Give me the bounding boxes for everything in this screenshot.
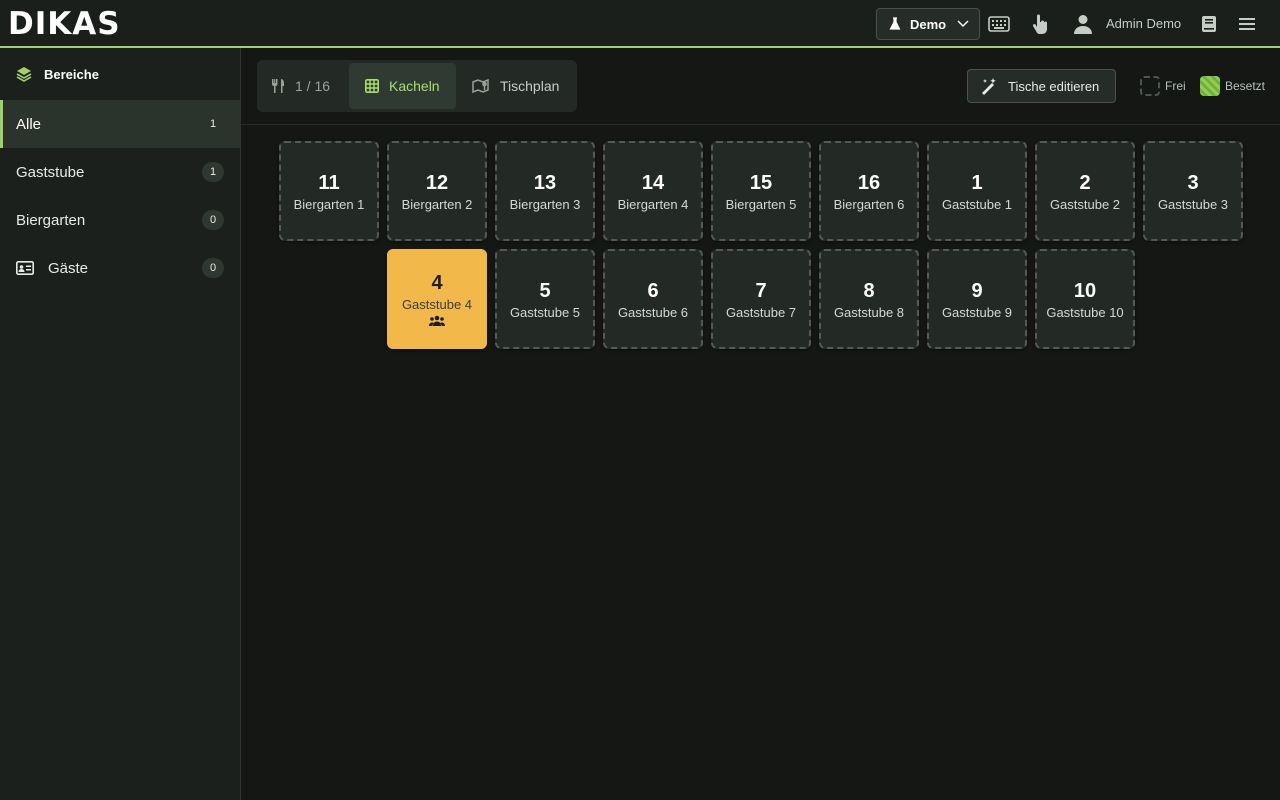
user-name[interactable]: Admin Demo	[1106, 16, 1181, 31]
sidebar-title: Bereiche	[44, 66, 99, 82]
table-name: Gaststube 6	[617, 304, 689, 320]
count-badge: 0	[202, 210, 224, 230]
magic-wand-icon	[980, 77, 998, 95]
table-tile[interactable]: 7 Gaststube 7	[711, 249, 811, 349]
layers-icon	[16, 66, 32, 82]
counter-text: 1 / 16	[295, 78, 331, 94]
tab-tischplan[interactable]: Tischplan	[472, 63, 559, 109]
user-icon[interactable]	[1071, 12, 1095, 36]
table-number: 3	[1187, 171, 1199, 194]
table-name: Gaststube 1	[941, 196, 1013, 212]
sidebar-item-label: Alle	[16, 115, 42, 133]
table-tile[interactable]: 5 Gaststube 5	[495, 249, 595, 349]
table-number: 13	[533, 171, 557, 194]
table-number: 12	[425, 171, 449, 194]
table-name: Gaststube 9	[941, 304, 1013, 320]
table-tile-occupied[interactable]: 4 Gaststube 4	[387, 249, 487, 349]
legend-occupied: Besetzt	[1200, 76, 1265, 96]
sidebar-item-alle[interactable]: Alle 1	[0, 100, 240, 148]
table-tile[interactable]: 1 Gaststube 1	[927, 141, 1027, 241]
tab-label: Tischplan	[500, 78, 560, 94]
table-tile[interactable]: 11 Biergarten 1	[279, 141, 379, 241]
table-number: 9	[971, 279, 983, 302]
table-tile[interactable]: 12 Biergarten 2	[387, 141, 487, 241]
table-tile[interactable]: 8 Gaststube 8	[819, 249, 919, 349]
edit-tables-label: Tische editieren	[1008, 78, 1100, 94]
users-group-icon	[429, 315, 445, 327]
table-number: 14	[641, 171, 665, 194]
table-number: 5	[539, 279, 551, 302]
table-name: Gaststube 5	[509, 304, 581, 320]
table-number: 4	[431, 272, 443, 294]
free-swatch	[1140, 76, 1160, 96]
sidebar-item-label: Gaststube	[16, 163, 85, 181]
table-number: 2	[1079, 171, 1091, 194]
id-card-icon	[16, 261, 34, 275]
legend-label: Frei	[1165, 79, 1186, 93]
table-number: 1	[971, 171, 983, 194]
sidebar: Bereiche Alle 1 Gaststube 1 Biergarten 0…	[0, 48, 241, 800]
sidebar-item-label: Gäste	[48, 259, 89, 277]
chevron-down-icon	[957, 20, 969, 28]
table-name: Biergarten 6	[833, 196, 905, 212]
keyboard-icon[interactable]	[987, 12, 1011, 36]
touch-hand-icon[interactable]	[1028, 12, 1052, 36]
map-icon	[472, 78, 490, 94]
hamburger-menu-icon[interactable]	[1235, 12, 1259, 36]
table-name: Biergarten 5	[725, 196, 797, 212]
table-name: Gaststube 4	[401, 297, 473, 312]
table-number: 8	[863, 279, 875, 302]
table-number: 7	[755, 279, 767, 302]
tab-kacheln[interactable]: Kacheln	[349, 63, 456, 109]
table-name: Gaststube 3	[1157, 196, 1229, 212]
table-number: 11	[318, 171, 340, 194]
demo-label: Demo	[910, 16, 947, 32]
logo-text: DIKAS	[8, 6, 121, 42]
table-name: Gaststube 10	[1046, 304, 1124, 320]
count-badge: 1	[209, 118, 217, 130]
table-tile[interactable]: 16 Biergarten 6	[819, 141, 919, 241]
table-number: 15	[749, 171, 773, 194]
top-bar: DIKAS Demo Admin Demo	[0, 0, 1280, 48]
table-tile[interactable]: 15 Biergarten 5	[711, 141, 811, 241]
sidebar-item-label: Biergarten	[16, 211, 86, 229]
table-number: 10	[1073, 279, 1097, 302]
table-tile[interactable]: 10 Gaststube 10	[1035, 249, 1135, 349]
utensils-icon	[271, 78, 285, 94]
legend-label: Besetzt	[1225, 79, 1266, 93]
table-name: Biergarten 2	[401, 196, 473, 212]
table-number: 16	[857, 171, 881, 194]
table-tile[interactable]: 3 Gaststube 3	[1143, 141, 1243, 241]
demo-environment-button[interactable]: Demo	[876, 8, 980, 40]
table-tile[interactable]: 2 Gaststube 2	[1035, 141, 1135, 241]
book-icon[interactable]	[1197, 12, 1221, 36]
occupied-swatch	[1200, 76, 1220, 96]
legend-free: Frei	[1140, 76, 1186, 96]
table-name: Biergarten 4	[617, 196, 689, 212]
table-name: Biergarten 3	[509, 196, 581, 212]
app-logo[interactable]: DIKAS	[8, 6, 121, 42]
edit-tables-button[interactable]: Tische editieren	[967, 69, 1116, 103]
count-badge: 1	[202, 162, 224, 182]
grid-icon	[365, 79, 379, 93]
sidebar-item-gaeste[interactable]: Gäste 0	[0, 244, 240, 292]
table-name: Gaststube 7	[725, 304, 797, 320]
table-tile[interactable]: 13 Biergarten 3	[495, 141, 595, 241]
tab-label: Kacheln	[389, 78, 440, 94]
table-counter: 1 / 16	[271, 63, 330, 109]
table-tile[interactable]: 9 Gaststube 9	[927, 249, 1027, 349]
sidebar-item-gaststube[interactable]: Gaststube 1	[0, 148, 240, 196]
count-badge: 0	[202, 258, 224, 278]
table-number: 6	[647, 279, 659, 302]
table-name: Biergarten 1	[293, 196, 365, 212]
sidebar-item-biergarten[interactable]: Biergarten 0	[0, 196, 240, 244]
table-name: Gaststube 2	[1049, 196, 1121, 212]
flask-icon	[889, 17, 901, 31]
toolbar-divider	[241, 124, 1280, 125]
table-tile[interactable]: 6 Gaststube 6	[603, 249, 703, 349]
table-name: Gaststube 8	[833, 304, 905, 320]
view-switcher: 1 / 16 Kacheln Tischplan	[257, 60, 577, 112]
sidebar-header: Bereiche	[0, 48, 240, 100]
table-tile[interactable]: 14 Biergarten 4	[603, 141, 703, 241]
